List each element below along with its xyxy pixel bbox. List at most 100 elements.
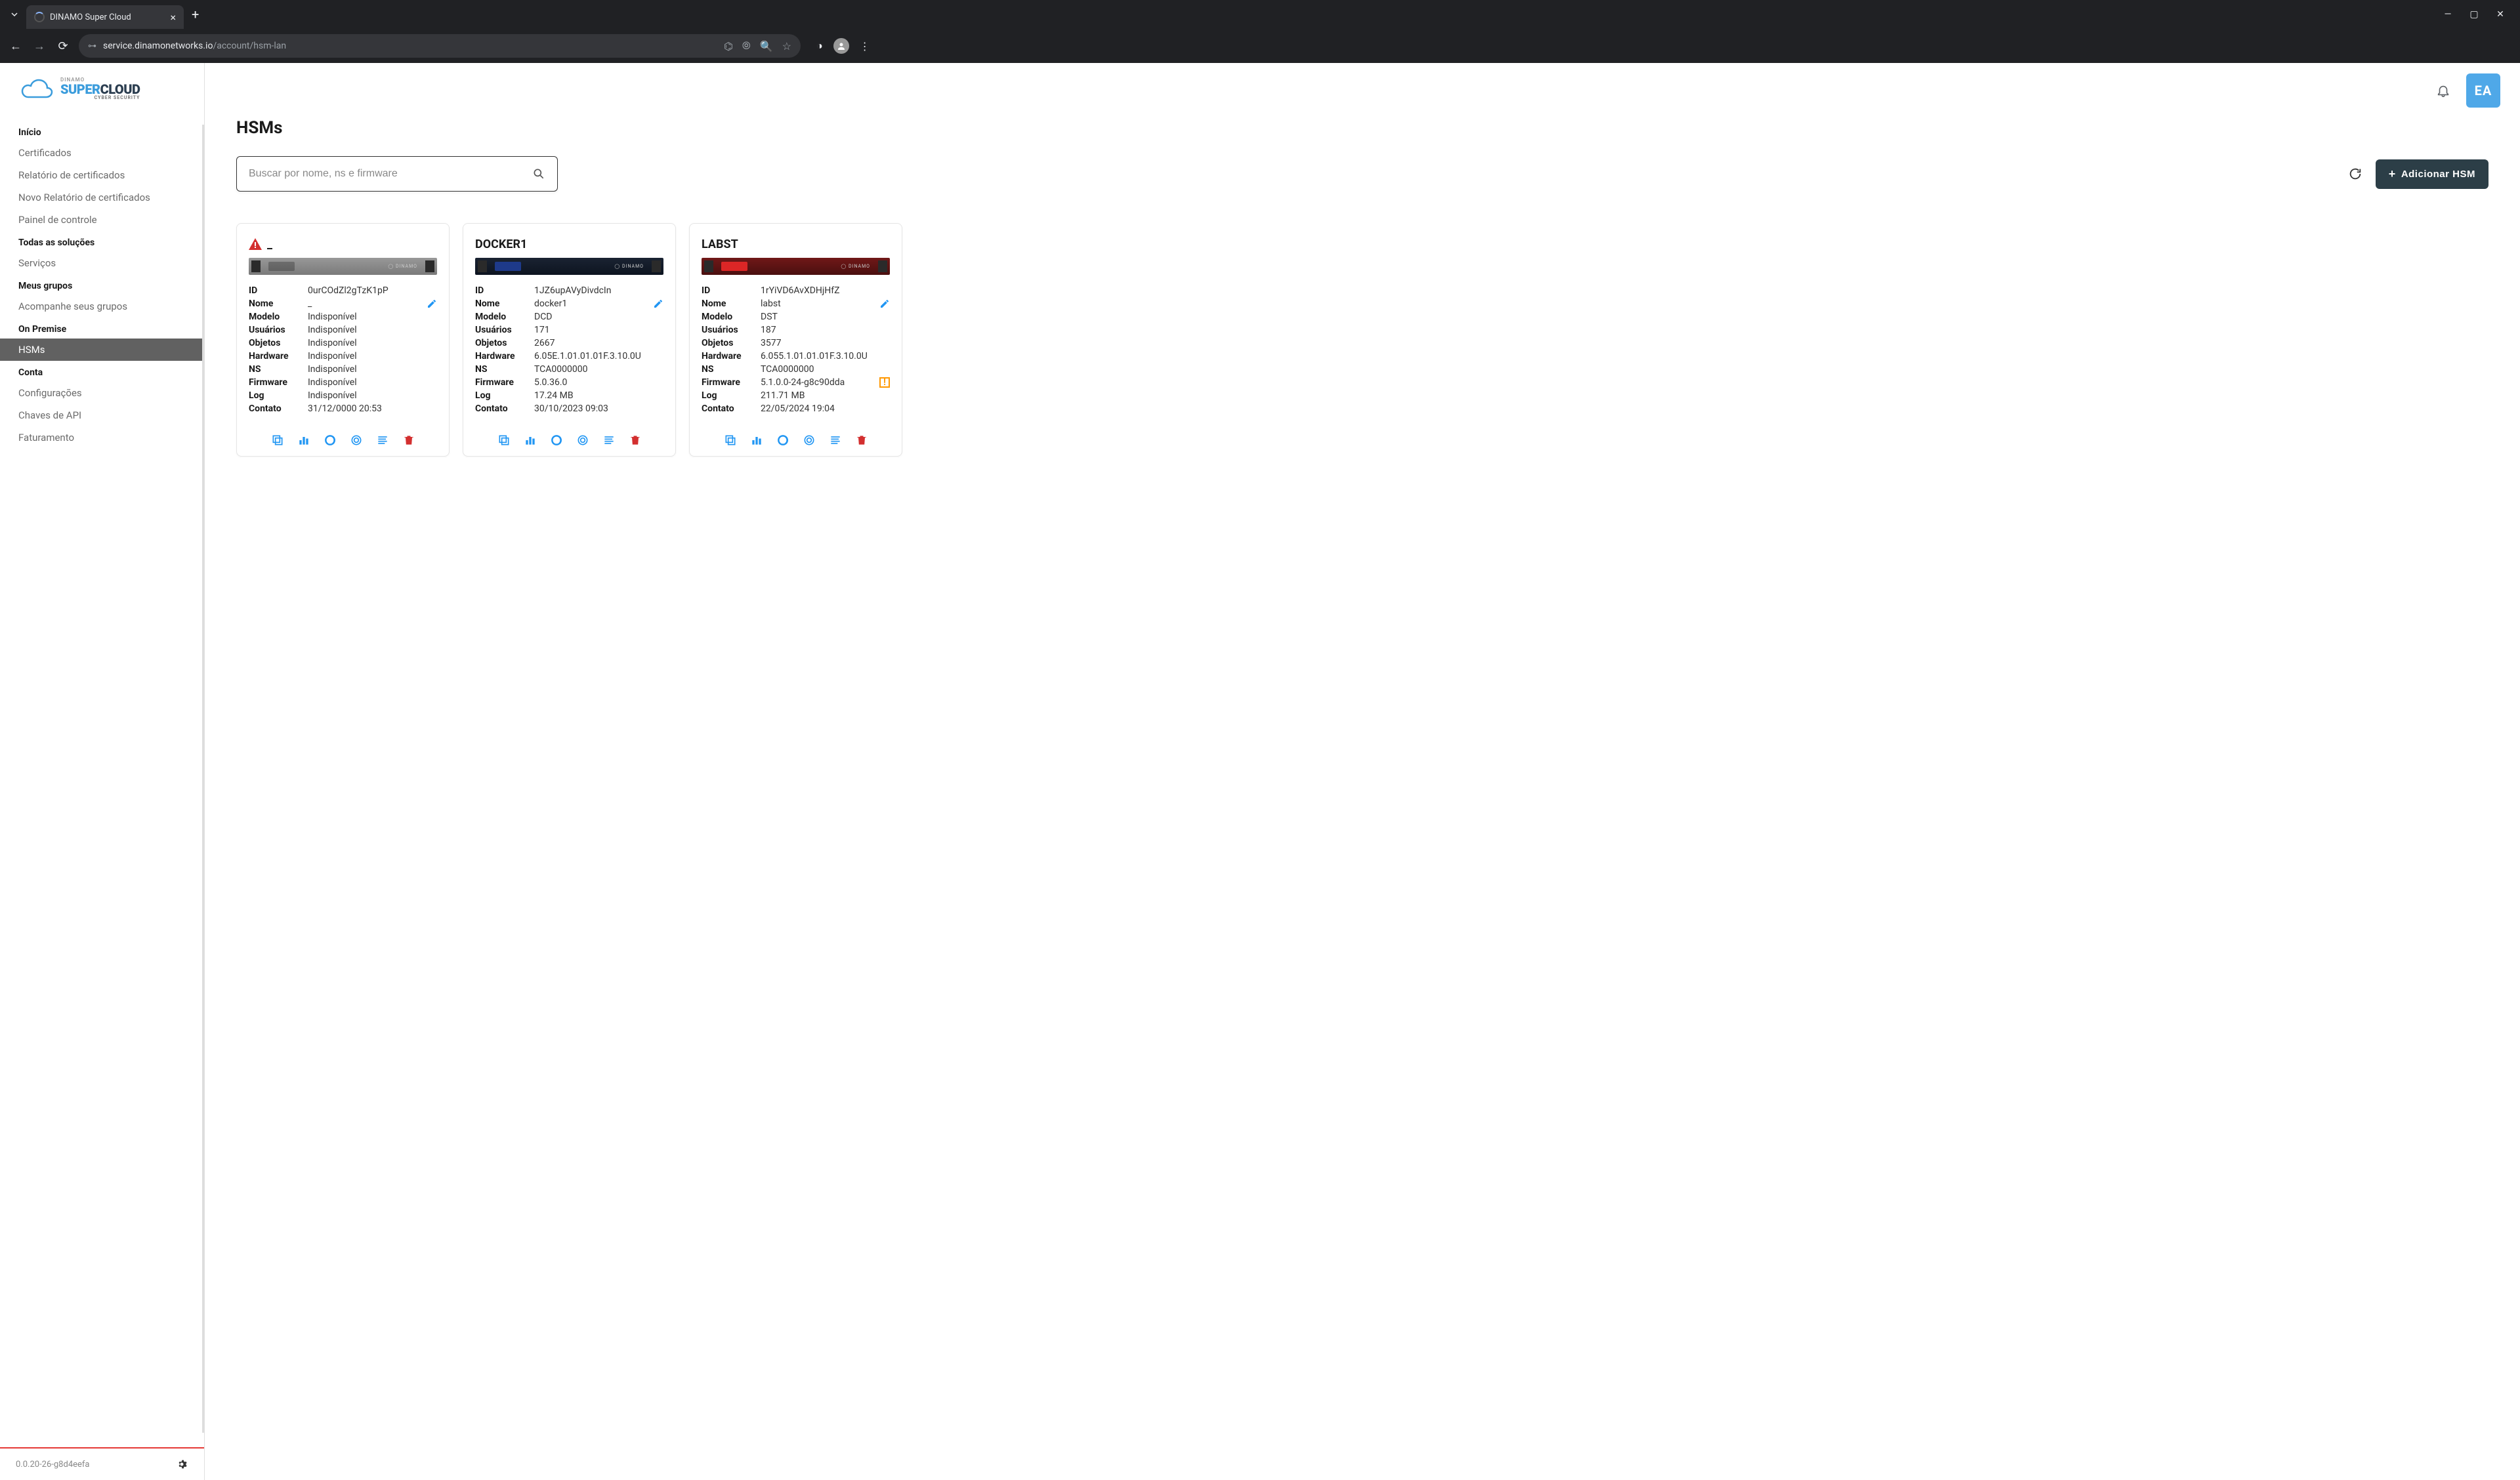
delete-icon[interactable] <box>629 434 642 447</box>
reload-button[interactable]: ⟳ <box>55 39 71 53</box>
edit-name-icon[interactable] <box>427 298 437 309</box>
nav-item-certificados[interactable]: Certificados <box>0 142 204 164</box>
bar-chart-icon[interactable] <box>750 434 763 447</box>
copy-icon[interactable] <box>271 434 284 447</box>
search-box[interactable] <box>236 156 558 192</box>
bar-chart-icon[interactable] <box>297 434 310 447</box>
nav-section-inicio: Início <box>0 121 204 142</box>
notifications-bell-icon[interactable] <box>2436 83 2450 98</box>
field-hardware: 6.05E.1.01.01.01F.3.10.0U <box>534 351 663 361</box>
nav-item-chaves-api[interactable]: Chaves de API <box>0 404 204 426</box>
nav-item-novo-relatorio[interactable]: Novo Relatório de certificados <box>0 186 204 209</box>
donut-chart-icon[interactable] <box>776 434 789 447</box>
search-icon[interactable] <box>532 167 545 180</box>
field-log: 211.71 MB <box>761 390 890 401</box>
address-bar[interactable]: ⊶ service.dinamonetworks.io/account/hsm-… <box>79 34 801 58</box>
nav-item-painel[interactable]: Painel de controle <box>0 209 204 231</box>
nav-section-solucoes: Todas as soluções <box>0 231 204 252</box>
device-image: ◯ DINAMO <box>702 258 890 275</box>
nav-item-hsms[interactable]: HSMs <box>0 339 204 361</box>
hsm-card: LABST ◯ DINAMO ID1rYiVD6AvXDHjHfZ Nomela… <box>689 223 902 457</box>
donut-chart-icon[interactable] <box>324 434 337 447</box>
warning-icon <box>249 238 262 250</box>
target-icon[interactable] <box>350 434 363 447</box>
sidebar-scrollbar[interactable] <box>202 125 204 1433</box>
field-objetos: 3577 <box>761 338 890 348</box>
device-image: ◯ DINAMO <box>475 258 663 275</box>
field-firmware: 5.1.0.0-24-g8c90dda <box>761 377 890 388</box>
nav-item-configuracoes[interactable]: Configurações <box>0 382 204 404</box>
nav-item-servicos[interactable]: Serviços <box>0 252 204 274</box>
url-text: service.dinamonetworks.io/account/hsm-la… <box>103 41 286 51</box>
edit-name-icon[interactable] <box>653 298 663 309</box>
settings-gear-icon[interactable] <box>175 1458 188 1471</box>
menu-button[interactable]: ⋮ <box>860 40 870 52</box>
field-objetos: Indisponível <box>308 338 437 348</box>
zoom-icon[interactable]: 🔍 <box>760 40 773 52</box>
loading-spinner-icon <box>34 12 45 22</box>
browser-tab[interactable]: DINAMO Super Cloud × <box>26 5 184 29</box>
refresh-button[interactable] <box>2348 167 2362 181</box>
list-icon[interactable] <box>602 434 616 447</box>
bookmark-icon[interactable]: ☆ <box>782 40 791 52</box>
user-avatar[interactable]: EA <box>2466 73 2500 108</box>
search-input[interactable] <box>249 168 532 180</box>
plus-icon: + <box>2389 167 2396 181</box>
nav-item-faturamento[interactable]: Faturamento <box>0 426 204 449</box>
list-icon[interactable] <box>376 434 389 447</box>
firmware-warning-icon[interactable]: ! <box>879 377 890 388</box>
minimize-button[interactable]: — <box>2441 9 2454 20</box>
delete-icon[interactable] <box>402 434 415 447</box>
hsm-card: _ ◯ DINAMO ID0urCOdZl2gTzK1pP Nome_ Mode… <box>236 223 450 457</box>
field-nome: labst <box>761 298 890 309</box>
field-ns: TCA0000000 <box>761 364 890 375</box>
hsm-card: DOCKER1 ◯ DINAMO ID1JZ6upAVyDivdcIn Nome… <box>463 223 676 457</box>
profile-button[interactable] <box>833 38 849 54</box>
main-content: EA HSMs + Adicionar HSM <box>205 63 2520 1480</box>
field-id: 1JZ6upAVyDivdcIn <box>534 285 663 296</box>
device-image: ◯ DINAMO <box>249 258 437 275</box>
field-log: Indisponível <box>308 390 437 401</box>
bar-chart-icon[interactable] <box>524 434 537 447</box>
version-text: 0.0.20-26-g8d4eefa <box>16 1460 90 1470</box>
delete-icon[interactable] <box>855 434 868 447</box>
close-window-button[interactable]: ✕ <box>2494 9 2507 20</box>
field-usuarios: Indisponível <box>308 325 437 335</box>
new-tab-button[interactable]: + <box>186 4 204 25</box>
field-usuarios: 187 <box>761 325 890 335</box>
sidebar-nav: Início Certificados Relatório de certifi… <box>0 114 204 1447</box>
browser-chrome: DINAMO Super Cloud × + — ▢ ✕ ← → ⟳ ⊶ ser… <box>0 0 2520 63</box>
field-ns: TCA0000000 <box>534 364 663 375</box>
field-hardware: 6.055.1.01.01.01F.3.10.0U <box>761 351 890 361</box>
tab-list-dropdown[interactable] <box>5 5 24 24</box>
donut-chart-icon[interactable] <box>550 434 563 447</box>
field-ns: Indisponível <box>308 364 437 375</box>
site-info-icon[interactable]: ⊶ <box>88 41 96 51</box>
nav-section-grupos: Meus grupos <box>0 274 204 295</box>
app-logo[interactable]: DINAMO SUPERCLOUD CYBER SECURITY <box>0 63 204 114</box>
add-hsm-button[interactable]: + Adicionar HSM <box>2376 159 2488 189</box>
copy-icon[interactable] <box>497 434 511 447</box>
field-hardware: Indisponível <box>308 351 437 361</box>
card-title: LABST <box>702 237 738 251</box>
forward-button[interactable]: → <box>32 39 47 53</box>
nav-section-onpremise: On Premise <box>0 318 204 339</box>
nav-item-relatorio[interactable]: Relatório de certificados <box>0 164 204 186</box>
translate-icon[interactable]: ⦾ <box>742 39 751 52</box>
field-contato: 30/10/2023 09:03 <box>534 403 663 414</box>
back-button[interactable]: ← <box>8 39 24 53</box>
password-key-icon[interactable]: ⌬ <box>724 40 733 52</box>
maximize-button[interactable]: ▢ <box>2468 9 2481 20</box>
field-id: 1rYiVD6AvXDHjHfZ <box>761 285 890 296</box>
field-contato: 22/05/2024 19:04 <box>761 403 890 414</box>
close-tab-icon[interactable]: × <box>170 11 176 24</box>
page-title: HSMs <box>236 118 2488 138</box>
target-icon[interactable] <box>803 434 816 447</box>
edit-name-icon[interactable] <box>879 298 890 309</box>
nav-item-acompanhe[interactable]: Acompanhe seus grupos <box>0 295 204 318</box>
field-nome: _ <box>308 298 437 309</box>
list-icon[interactable] <box>829 434 842 447</box>
copy-icon[interactable] <box>724 434 737 447</box>
extension-icon[interactable]: ◑ <box>816 39 823 52</box>
target-icon[interactable] <box>576 434 589 447</box>
